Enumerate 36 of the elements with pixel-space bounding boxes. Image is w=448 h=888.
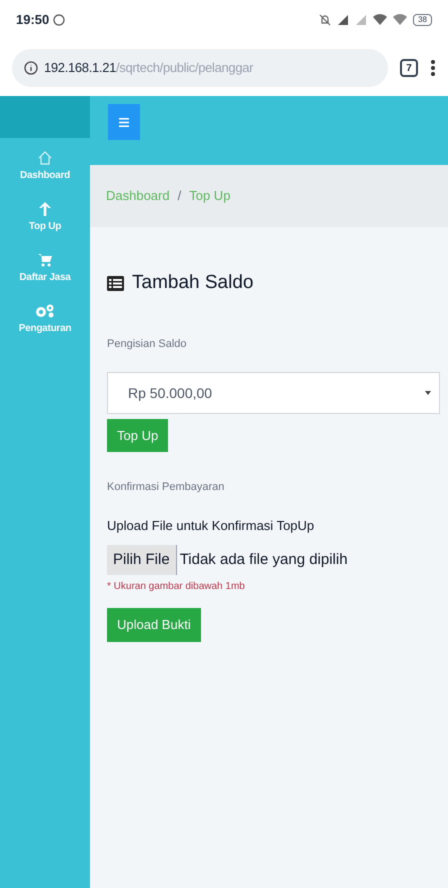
upload-button[interactable]: Upload Bukti bbox=[107, 608, 201, 642]
section-label: Konfirmasi Pembayaran bbox=[107, 480, 224, 495]
top-up-button[interactable]: Top Up bbox=[107, 419, 168, 452]
dropdown-icon bbox=[425, 391, 431, 395]
status-time: 19:50 bbox=[16, 11, 50, 30]
wifi-icon bbox=[373, 14, 388, 26]
url-text: 192.168.1.21/sqrtech/public/pelanggar bbox=[44, 59, 254, 78]
signal-icon bbox=[337, 14, 350, 26]
more-icon[interactable] bbox=[430, 59, 436, 77]
list-icon bbox=[107, 276, 124, 291]
wifi-icon bbox=[393, 14, 408, 26]
signal-icon bbox=[355, 14, 368, 26]
home-icon bbox=[37, 150, 53, 166]
sidebar-item[interactable]: Daftar Jasa bbox=[0, 252, 90, 285]
tab-count[interactable]: 7 bbox=[400, 59, 418, 77]
menu-button[interactable] bbox=[108, 104, 140, 140]
choose-file-button[interactable]: Pilih File bbox=[107, 545, 177, 575]
info-icon bbox=[24, 61, 38, 75]
battery-level: 38 bbox=[413, 14, 432, 26]
address-bar[interactable]: 192.168.1.21/sqrtech/public/pelanggar bbox=[12, 49, 388, 87]
sidebar-item[interactable]: Pengaturan bbox=[0, 303, 90, 336]
breadcrumb-link[interactable]: Dashboard bbox=[106, 186, 170, 206]
breadcrumb-separator: / bbox=[178, 187, 182, 206]
arrow-up-icon bbox=[38, 201, 52, 217]
menu-icon bbox=[119, 118, 129, 126]
cart-icon bbox=[37, 252, 53, 268]
size-note: * Ukuran gambar dibawah 1mb bbox=[107, 580, 245, 594]
page-title: Tambah Saldo bbox=[132, 271, 254, 295]
upload-label: Upload File untuk Konfirmasi TopUp bbox=[107, 516, 314, 535]
breadcrumb-link[interactable]: Top Up bbox=[189, 186, 230, 206]
sidebar-item[interactable]: Dashboard bbox=[0, 150, 90, 183]
sidebar-item[interactable]: Top Up bbox=[0, 201, 90, 234]
amount-select[interactable]: Rp 50.000,00 bbox=[107, 372, 440, 414]
mute-icon bbox=[319, 14, 332, 26]
file-status: Tidak ada file yang dipilih bbox=[178, 550, 348, 570]
field-label: Pengisian Saldo bbox=[107, 336, 187, 352]
